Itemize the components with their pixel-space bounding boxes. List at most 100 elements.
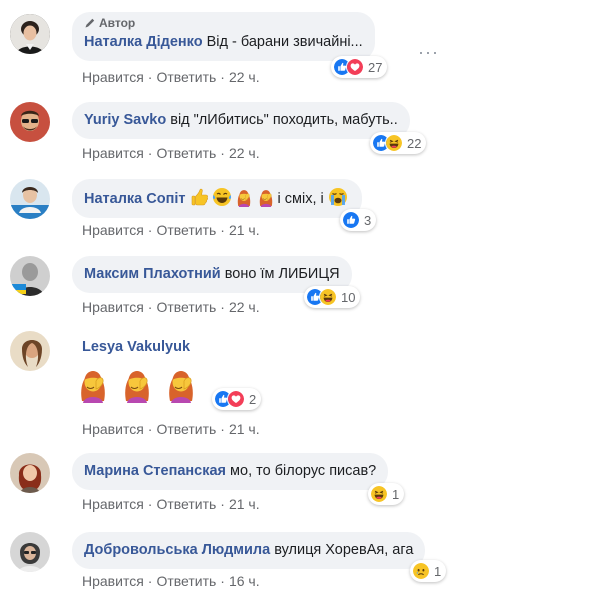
comment-item: Наталка Сопіт і сміх, і 3 Нравится · Ответ… <box>10 177 600 239</box>
haha-reaction-icon <box>370 485 388 503</box>
separator: · <box>147 573 153 589</box>
reactions-summary[interactable]: 3 <box>340 209 377 231</box>
haha-reaction-icon <box>385 134 403 152</box>
reactions-summary[interactable]: 1 <box>410 560 447 582</box>
comment-author-link[interactable]: Lesya Vakulyuk <box>82 339 190 355</box>
timestamp-link[interactable]: 21 ч. <box>229 222 260 238</box>
facepalm-woman-emoji <box>234 187 254 207</box>
comment-actions: Нравится · Ответить · 22 ч. <box>82 144 260 162</box>
timestamp-link[interactable]: 21 ч. <box>229 496 260 512</box>
separator: · <box>147 145 153 161</box>
sad-reaction-icon <box>412 562 430 580</box>
timestamp-link[interactable]: 16 ч. <box>229 573 260 589</box>
facepalm-woman-emoji <box>76 365 110 403</box>
reaction-count: 10 <box>341 289 356 305</box>
comment-author-link[interactable]: Добровольська Людмила <box>84 542 270 558</box>
comment-bubble: Наталка Сопіт і сміх, і <box>72 179 362 218</box>
comment-author-link[interactable]: Yuriy Savko <box>84 112 166 128</box>
comment-actions: Нравится · Ответить · 16 ч. <box>82 572 260 590</box>
avatar[interactable] <box>10 532 50 572</box>
comment-item: Lesya Vakulyuk 2 Нравится · Ответить · 21 ч. <box>10 331 600 439</box>
reactions-summary[interactable]: 10 <box>304 286 361 308</box>
love-reaction-icon <box>346 58 364 76</box>
like-link[interactable]: Нравится <box>82 299 144 315</box>
comment-actions: Нравится · Ответить · 21 ч. <box>82 495 260 513</box>
comment-text: Від - барани звичайні... <box>206 34 363 50</box>
author-badge: Автор <box>84 16 363 30</box>
comment-bubble: Добровольська Людмила вулиця ХоревАя, аг… <box>72 532 426 569</box>
timestamp-link[interactable]: 22 ч. <box>229 145 260 161</box>
separator: · <box>220 222 225 238</box>
separator: · <box>220 573 225 589</box>
separator: · <box>147 69 153 85</box>
like-link[interactable]: Нравится <box>82 69 144 85</box>
comment-item: Автор Наталка Діденко Від - барани звича… <box>10 12 600 85</box>
reactions-summary[interactable]: 22 <box>370 132 427 154</box>
comment-actions: Нравится · Ответить · 22 ч. <box>82 68 260 86</box>
reaction-count: 1 <box>392 486 400 502</box>
comment-header: Lesya Vakulyuk <box>72 331 200 363</box>
comment-text: і сміх, і <box>277 191 324 207</box>
comment-author-link[interactable]: Наталка Сопіт <box>84 191 185 207</box>
avatar[interactable] <box>10 14 50 54</box>
comment-item: Максим Плахотний воно їм ЛИБИЦЯ 10 Нрави… <box>10 254 600 316</box>
reactions-summary[interactable]: 1 <box>368 483 405 505</box>
timestamp-link[interactable]: 21 ч. <box>229 421 260 437</box>
reply-link[interactable]: Ответить <box>156 573 216 589</box>
comment-text: воно їм ЛИБИЦЯ <box>224 266 340 282</box>
avatar[interactable] <box>10 102 50 142</box>
like-link[interactable]: Нравится <box>82 145 144 161</box>
crying-face-emoji <box>328 187 348 207</box>
comment-actions: Нравится · Ответить · 21 ч. <box>82 221 260 239</box>
separator: · <box>220 496 225 512</box>
reactions-summary[interactable]: 27 <box>331 56 388 78</box>
separator: · <box>220 69 225 85</box>
like-link[interactable]: Нравится <box>82 421 144 437</box>
like-link[interactable]: Нравится <box>82 496 144 512</box>
facepalm-woman-emoji <box>120 365 154 403</box>
reply-link[interactable]: Ответить <box>156 299 216 315</box>
comment-text: від "лИбитись" походить, мабуть.. <box>170 112 398 128</box>
reply-link[interactable]: Ответить <box>156 69 216 85</box>
reply-link[interactable]: Ответить <box>156 145 216 161</box>
reaction-count: 22 <box>407 135 422 151</box>
separator: · <box>147 496 153 512</box>
reaction-count: 1 <box>434 563 442 579</box>
love-reaction-icon <box>227 390 245 408</box>
comment-text: вулиця ХоревАя, ага <box>274 542 414 558</box>
comment-item: Yuriy Savko від "лИбитись" походить, маб… <box>10 100 600 162</box>
like-link[interactable]: Нравится <box>82 573 144 589</box>
reply-link[interactable]: Ответить <box>156 222 216 238</box>
timestamp-link[interactable]: 22 ч. <box>229 69 260 85</box>
reaction-count: 2 <box>249 391 257 407</box>
avatar[interactable] <box>10 453 50 493</box>
comment-author-link[interactable]: Максим Плахотний <box>84 266 221 282</box>
comment-bubble: Yuriy Savko від "лИбитись" походить, маб… <box>72 102 410 139</box>
facepalm-woman-emoji <box>256 187 276 207</box>
separator: · <box>220 421 225 437</box>
comment-text: мо, то білорус писав? <box>230 463 377 479</box>
separator: · <box>220 299 225 315</box>
comment-bubble: Марина Степанская мо, то білорус писав? <box>72 453 389 490</box>
avatar[interactable] <box>10 256 50 296</box>
comment-item: Добровольська Людмила вулиця ХоревАя, аг… <box>10 530 600 592</box>
reaction-count: 3 <box>364 212 372 228</box>
separator: · <box>147 421 153 437</box>
comment-author-link[interactable]: Марина Степанская <box>84 463 226 479</box>
reply-link[interactable]: Ответить <box>156 421 216 437</box>
avatar[interactable] <box>10 179 50 219</box>
like-link[interactable]: Нравится <box>82 222 144 238</box>
separator: · <box>220 145 225 161</box>
like-reaction-icon <box>342 211 360 229</box>
timestamp-link[interactable]: 22 ч. <box>229 299 260 315</box>
reactions-summary[interactable]: 2 <box>212 388 262 410</box>
comment-actions: Нравится · Ответить · 22 ч. <box>82 298 260 316</box>
comment-item: Марина Степанская мо, то білорус писав? … <box>10 453 600 515</box>
reply-link[interactable]: Ответить <box>156 496 216 512</box>
emoji-row <box>76 365 208 405</box>
comment-bubble: Автор Наталка Діденко Від - барани звича… <box>72 12 375 61</box>
avatar[interactable] <box>10 331 50 371</box>
comment-author-link[interactable]: Наталка Діденко <box>84 34 203 50</box>
haha-reaction-icon <box>319 288 337 306</box>
more-options-icon[interactable]: ··· <box>418 42 439 63</box>
